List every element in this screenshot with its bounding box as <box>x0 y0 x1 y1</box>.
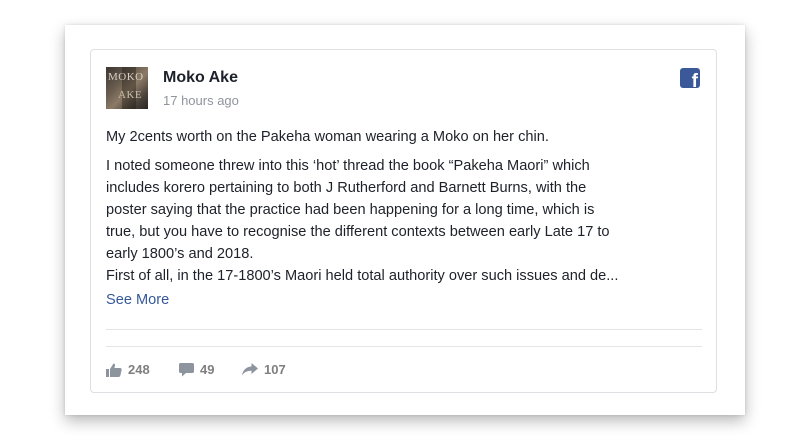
comment-icon <box>179 362 194 376</box>
post-text-line: includes korero pertaining to both J Rut… <box>106 180 587 196</box>
author-name[interactable]: Moko Ake <box>163 69 238 87</box>
post-text-line: My 2cents worth on the Pakeha woman wear… <box>106 129 549 145</box>
share-count: 107 <box>264 362 286 377</box>
share-arrow-icon <box>242 363 258 376</box>
comment-count: 49 <box>200 362 215 377</box>
post-text-line: early 1800’s and 2018. <box>106 246 254 262</box>
like-button[interactable]: 248 <box>106 362 150 377</box>
facebook-icon[interactable]: f <box>680 68 700 88</box>
avatar-text-line1: MOKO <box>108 71 144 83</box>
see-more-link[interactable]: See More <box>106 292 169 308</box>
post-text-line: true, but you have to recognise the diff… <box>106 224 610 240</box>
post-text-line: First of all, in the 17-1800’s Maori hel… <box>106 268 619 284</box>
thumbs-up-icon <box>106 363 122 377</box>
divider <box>106 329 702 330</box>
share-button[interactable]: 107 <box>242 362 286 377</box>
avatar-text-line2: AKE <box>118 89 143 101</box>
like-count: 248 <box>128 362 150 377</box>
post-timestamp[interactable]: 17 hours ago <box>163 93 239 108</box>
post-text-line: poster saying that the practice had been… <box>106 202 595 218</box>
post-body: My 2cents worth on the Pakeha woman wear… <box>106 126 706 287</box>
post-text-line: I noted someone threw into this ‘hot’ th… <box>106 158 590 174</box>
divider <box>106 346 702 347</box>
facebook-post-card: MOKO AKE Moko Ake 17 hours ago f My 2cen… <box>90 49 717 393</box>
comment-button[interactable]: 49 <box>179 362 214 377</box>
avatar[interactable]: MOKO AKE <box>106 67 148 109</box>
embedded-post-frame: MOKO AKE Moko Ake 17 hours ago f My 2cen… <box>65 25 745 415</box>
